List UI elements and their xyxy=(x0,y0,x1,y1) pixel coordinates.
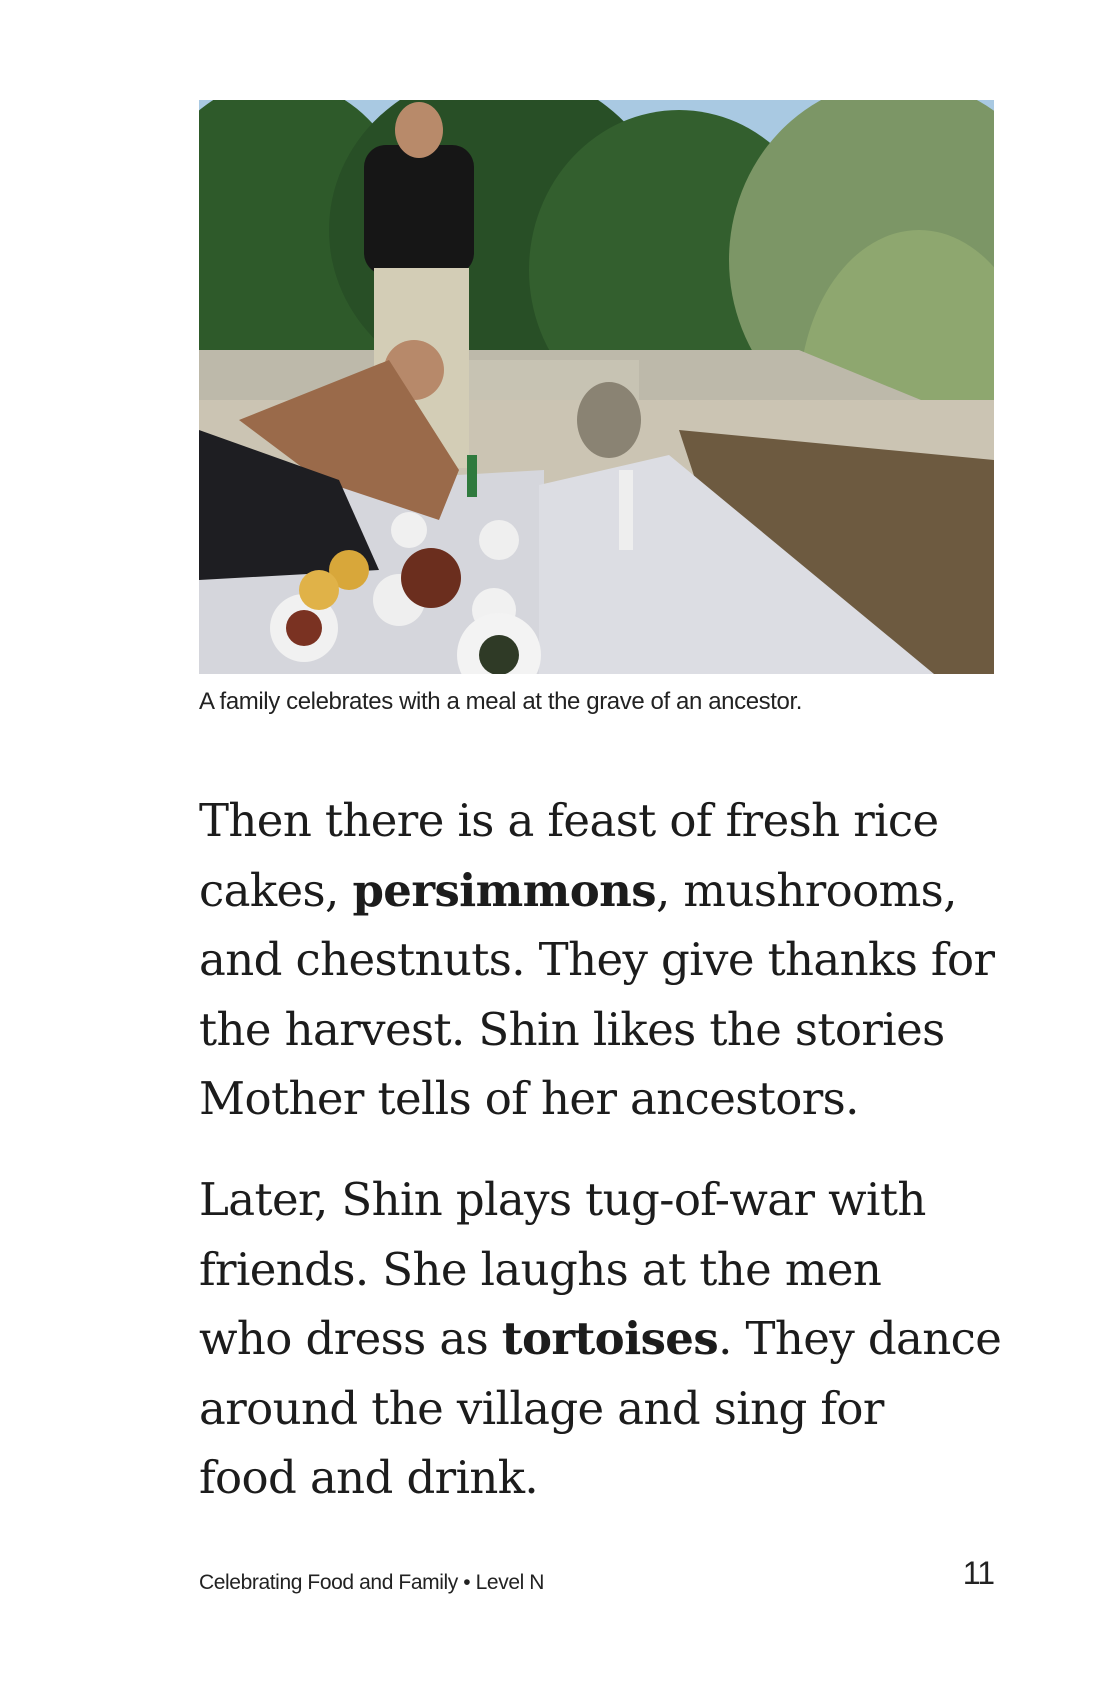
text-line: around the village and sing for xyxy=(199,1381,884,1435)
text-line: food and drink. xyxy=(199,1451,539,1504)
photo-caption: A family celebrates with a meal at the g… xyxy=(199,688,803,715)
page-number: 11 xyxy=(962,1555,995,1591)
text-line: Later, Shin plays tug-of-war with xyxy=(199,1173,926,1226)
text-line: Then there is a feast of fresh rice xyxy=(199,794,939,847)
text-line: who dress as tortoises. They dance xyxy=(199,1312,1002,1365)
photo xyxy=(199,100,994,674)
vocab-term-persimmons: persimmons xyxy=(352,863,656,917)
footer-book-title: Celebrating Food and Family • Level N xyxy=(199,1571,545,1594)
paragraph-1: Then there is a feast of fresh rice cake… xyxy=(199,786,1029,1134)
text-line: and chestnuts. They give thanks for xyxy=(199,933,995,986)
vocab-term-tortoises: tortoises xyxy=(501,1312,719,1365)
text-line: cakes, persimmons, mushrooms, xyxy=(199,863,957,917)
text-line: Mother tells of her ancestors. xyxy=(199,1072,859,1125)
family-meal-photo xyxy=(199,100,994,674)
text-line: friends. She laughs at the men xyxy=(199,1242,882,1296)
paragraph-2: Later, Shin plays tug-of-war with friend… xyxy=(199,1165,1029,1513)
text-line: the harvest. Shin likes the stories xyxy=(199,1002,945,1056)
